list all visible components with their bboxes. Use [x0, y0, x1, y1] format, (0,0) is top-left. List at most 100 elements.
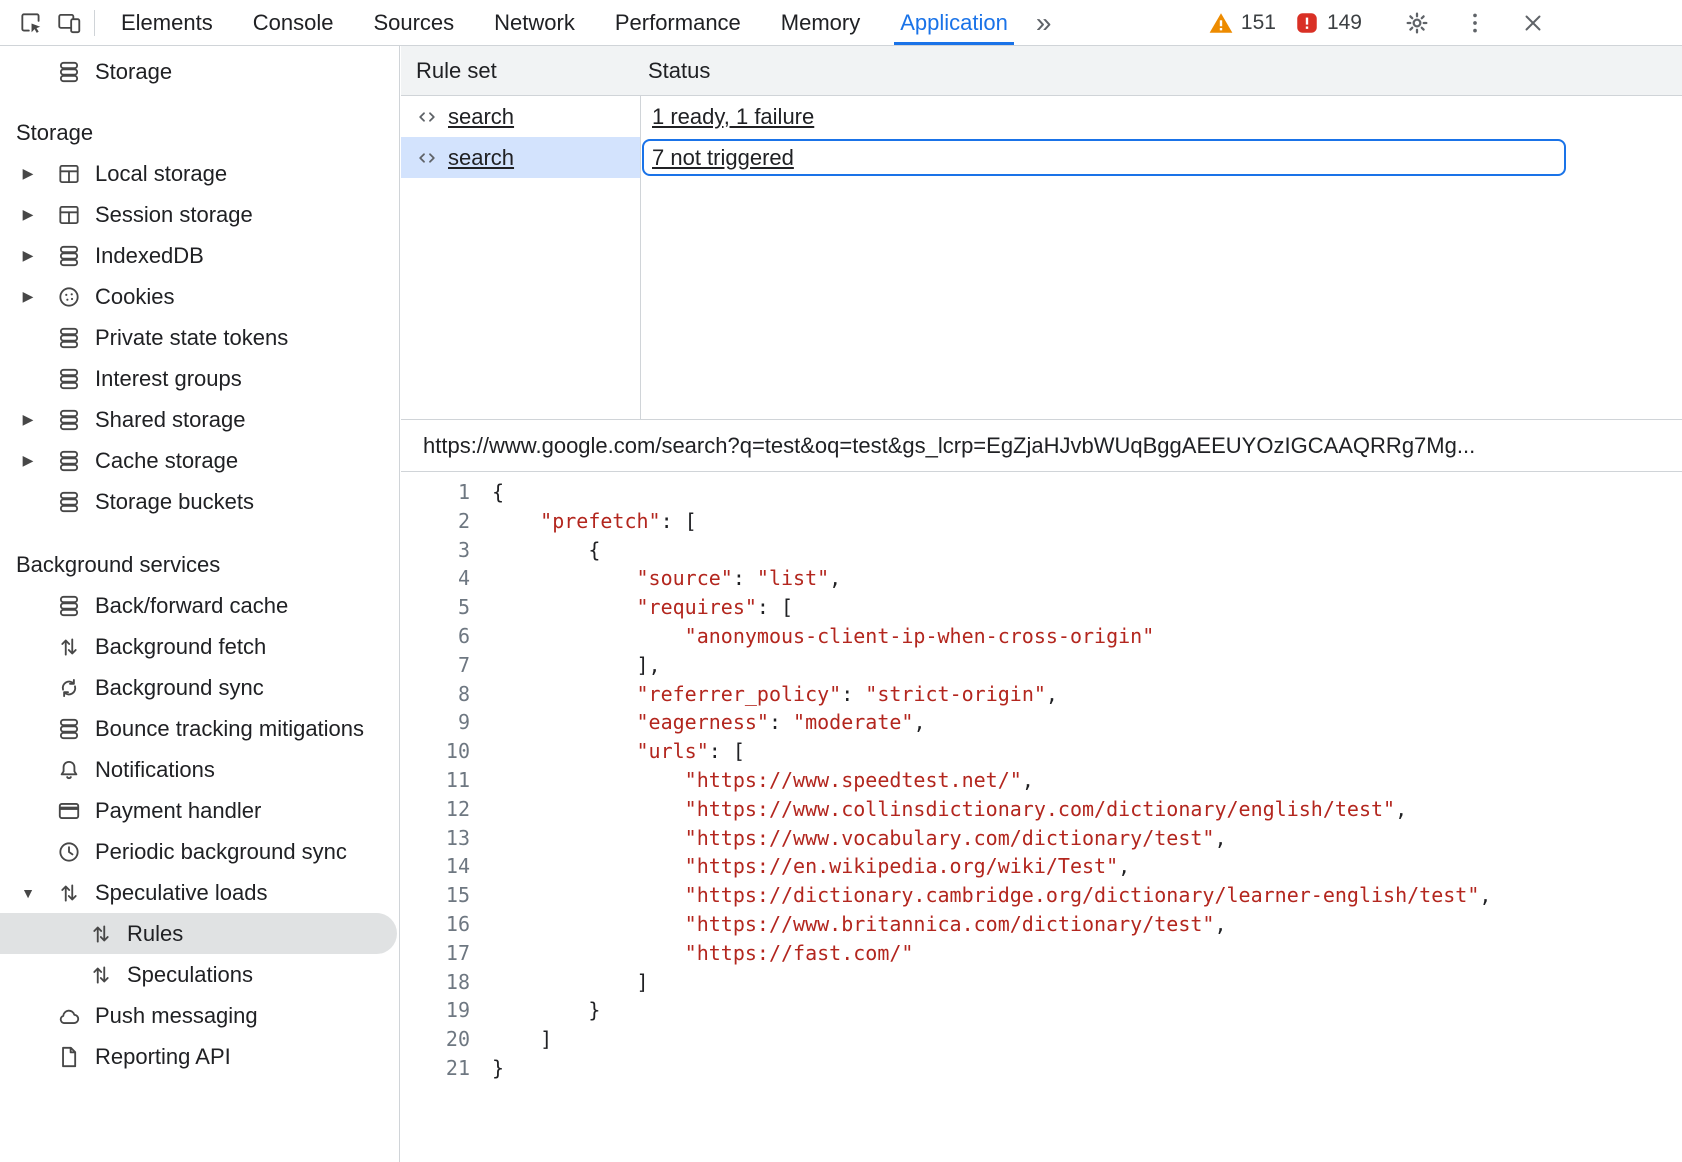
- tab-application[interactable]: Application: [880, 0, 1028, 45]
- code-line: 13 "https://www.vocabulary.com/dictionar…: [401, 824, 1682, 853]
- sidebar-item-label: Private state tokens: [95, 325, 288, 351]
- line-number: 10: [401, 737, 470, 766]
- expand-arrow-icon[interactable]: ▶: [0, 247, 56, 264]
- code-text: "urls": [: [470, 737, 745, 766]
- sidebar-item-label: Back/forward cache: [95, 593, 288, 619]
- selected-status-cell[interactable]: 7 not triggered: [642, 139, 1566, 176]
- sidebar-item-bounce-tracking-mitigations[interactable]: Bounce tracking mitigations: [0, 708, 399, 749]
- sidebar-item-indexeddb[interactable]: ▶ IndexedDB: [0, 235, 399, 276]
- database-icon: [56, 489, 82, 515]
- expand-arrow-icon[interactable]: ▶: [0, 206, 56, 223]
- sidebar-item-reporting-api[interactable]: Reporting API: [0, 1036, 399, 1077]
- code-line: 9 "eagerness": "moderate",: [401, 708, 1682, 737]
- bell-icon: [56, 757, 82, 783]
- sidebar-item-background-fetch[interactable]: Background fetch: [0, 626, 399, 667]
- issue-icon: [1294, 10, 1320, 36]
- settings-button[interactable]: [1398, 4, 1436, 42]
- code-text: "prefetch": [: [470, 507, 697, 536]
- code-line: 6 "anonymous-client-ip-when-cross-origin…: [401, 622, 1682, 651]
- sidebar-item-label: Background sync: [95, 675, 264, 701]
- sidebar-item-speculations[interactable]: Speculations: [0, 954, 399, 995]
- rule-set-link[interactable]: search: [448, 145, 514, 171]
- speculative-loads-rules-panel: Rule set Status search 1 ready, 1 failur…: [401, 46, 1682, 1162]
- code-line: 7 ],: [401, 651, 1682, 680]
- code-text: "eagerness": "moderate",: [470, 708, 926, 737]
- up-down-arrows-icon: [56, 634, 82, 660]
- status-link[interactable]: 7 not triggered: [652, 145, 794, 171]
- sidebar-item-back-forward-cache[interactable]: Back/forward cache: [0, 585, 399, 626]
- sidebar-item-rules[interactable]: Rules: [0, 913, 397, 954]
- database-icon: [56, 59, 82, 85]
- sidebar-item-notifications[interactable]: Notifications: [0, 749, 399, 790]
- section-title-background-services: Background services: [0, 544, 399, 585]
- rule-set-row-selected[interactable]: search 7 not triggered: [401, 137, 1682, 178]
- code-text: "https://en.wikipedia.org/wiki/Test",: [470, 852, 1130, 881]
- expand-arrow-icon[interactable]: ▶: [0, 452, 56, 469]
- tab-console[interactable]: Console: [233, 0, 354, 45]
- sidebar-item-cache-storage[interactable]: ▶ Cache storage: [0, 440, 399, 481]
- sidebar-item-label: Interest groups: [95, 366, 242, 392]
- sidebar-item-push-messaging[interactable]: Push messaging: [0, 995, 399, 1036]
- line-number: 11: [401, 766, 470, 795]
- code-line: 17 "https://fast.com/": [401, 939, 1682, 968]
- code-line: 8 "referrer_policy": "strict-origin",: [401, 680, 1682, 709]
- rule-set-link[interactable]: search: [448, 104, 514, 130]
- table-icon: [56, 202, 82, 228]
- device-toolbar-button[interactable]: [50, 4, 88, 42]
- sidebar-item-label: Storage buckets: [95, 489, 254, 515]
- tab-sources[interactable]: Sources: [353, 0, 474, 45]
- sidebar-item-speculative-loads[interactable]: ▼ Speculative loads: [0, 872, 399, 913]
- more-tabs-chevron-icon[interactable]: »: [1028, 0, 1060, 45]
- sidebar-item-background-sync[interactable]: Background sync: [0, 667, 399, 708]
- sidebar-item-cookies[interactable]: ▶ Cookies: [0, 276, 399, 317]
- sidebar-item-private-state-tokens[interactable]: Private state tokens: [0, 317, 399, 358]
- line-number: 3: [401, 536, 470, 565]
- sidebar-item-storage-buckets[interactable]: Storage buckets: [0, 481, 399, 522]
- line-number: 19: [401, 996, 470, 1025]
- tab-elements[interactable]: Elements: [101, 0, 233, 45]
- tab-network[interactable]: Network: [474, 0, 595, 45]
- close-devtools-button[interactable]: [1514, 4, 1552, 42]
- code-line: 3 {: [401, 536, 1682, 565]
- expand-arrow-icon[interactable]: ▶: [0, 411, 56, 428]
- code-text: {: [470, 536, 600, 565]
- database-icon: [56, 448, 82, 474]
- code-line: 11 "https://www.speedtest.net/",: [401, 766, 1682, 795]
- menu-button[interactable]: [1456, 4, 1494, 42]
- sidebar-item-periodic-background-sync[interactable]: Periodic background sync: [0, 831, 399, 872]
- up-down-arrows-icon: [56, 880, 82, 906]
- sidebar-item-interest-groups[interactable]: Interest groups: [0, 358, 399, 399]
- database-icon: [56, 366, 82, 392]
- payment-card-icon: [56, 798, 82, 824]
- sidebar-item-shared-storage[interactable]: ▶ Shared storage: [0, 399, 399, 440]
- line-number: 2: [401, 507, 470, 536]
- devtools-toolbar: Elements Console Sources Network Perform…: [0, 0, 1682, 46]
- sidebar-item-label: Payment handler: [95, 798, 261, 824]
- column-header-status[interactable]: Status: [640, 46, 1682, 95]
- sidebar-item-session-storage[interactable]: ▶ Session storage: [0, 194, 399, 235]
- sidebar-item-label: Bounce tracking mitigations: [95, 716, 364, 742]
- sidebar-item-storage-overview[interactable]: Storage: [0, 51, 399, 92]
- panel-tabs: Elements Console Sources Network Perform…: [101, 0, 1059, 45]
- sidebar-item-label: Storage: [95, 59, 172, 85]
- toolbar-divider: [94, 10, 95, 36]
- status-link[interactable]: 1 ready, 1 failure: [652, 104, 814, 130]
- issues-indicator[interactable]: 149: [1294, 10, 1362, 36]
- code-text: "https://www.britannica.com/dictionary/t…: [470, 910, 1227, 939]
- expand-arrow-icon[interactable]: ▶: [0, 165, 56, 182]
- code-text: ],: [470, 651, 661, 680]
- expand-arrow-icon[interactable]: ▶: [0, 288, 56, 305]
- sidebar-item-payment-handler[interactable]: Payment handler: [0, 790, 399, 831]
- warnings-indicator[interactable]: 151: [1208, 10, 1276, 36]
- inspect-icon: [18, 10, 44, 36]
- column-header-rule-set[interactable]: Rule set: [401, 46, 640, 95]
- json-viewer[interactable]: 1{2 "prefetch": [3 {4 "source": "list",5…: [401, 472, 1682, 1162]
- collapse-arrow-icon[interactable]: ▼: [0, 885, 56, 901]
- rule-set-row[interactable]: search 1 ready, 1 failure: [401, 96, 1682, 137]
- inspect-element-button[interactable]: [12, 4, 50, 42]
- issue-count: 149: [1327, 11, 1362, 35]
- tab-performance[interactable]: Performance: [595, 0, 761, 45]
- sidebar-item-local-storage[interactable]: ▶ Local storage: [0, 153, 399, 194]
- tab-memory[interactable]: Memory: [761, 0, 880, 45]
- code-line: 19 }: [401, 996, 1682, 1025]
